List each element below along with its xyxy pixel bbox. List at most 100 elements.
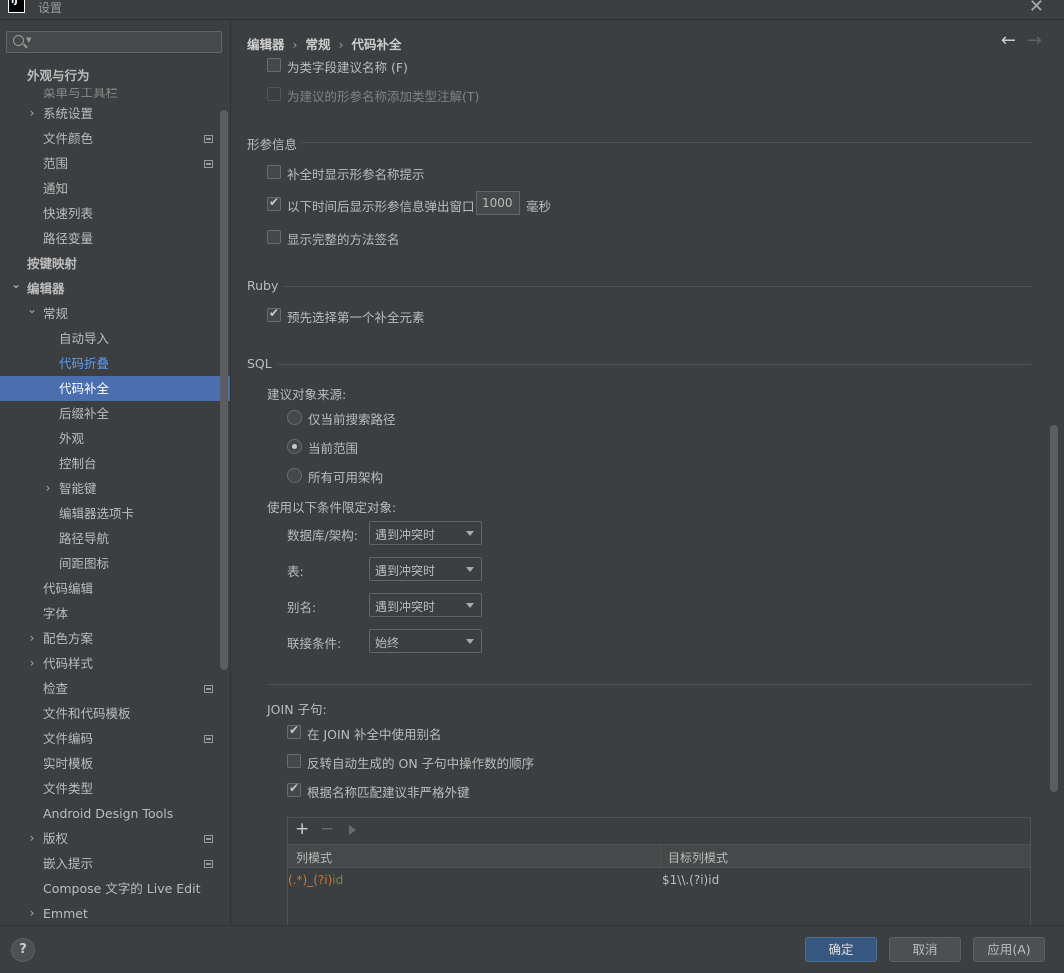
sidebar-item[interactable]: › 智能键 (0, 476, 230, 501)
sidebar-item[interactable]: › 版权 (0, 826, 230, 851)
sidebar-item[interactable]: 字体 (0, 601, 230, 626)
param-popup-checkbox[interactable] (267, 195, 281, 211)
chevron-right-icon[interactable]: › (26, 101, 38, 126)
qualify-table-select[interactable]: 遇到冲突时 (369, 557, 482, 581)
sidebar-item[interactable]: 后缀补全 (0, 401, 230, 426)
col-pattern-header[interactable]: 列模式 (296, 849, 332, 866)
search-input[interactable]: ▼ (6, 31, 222, 53)
section-divider (301, 142, 1031, 143)
full-signature-checkbox[interactable] (267, 230, 281, 244)
sidebar-item-label: Compose 文字的 Live Edit (43, 881, 201, 896)
chevron-down-icon (466, 603, 474, 608)
apply-button[interactable]: 应用(A) (973, 937, 1045, 962)
sidebar-item[interactable]: 文件编码 (0, 726, 230, 751)
join-fk-checkbox[interactable] (287, 781, 301, 797)
add-icon[interactable]: + (295, 819, 309, 839)
settings-sidebar: ▼ 外观与行为 菜单与工具栏 › 系统设置 文件颜色 范围 通知 快速列表 路径变量 按键映射 ⌄ 编… (0, 20, 230, 925)
sidebar-item[interactable]: Compose 文字的 Live Edit (0, 876, 230, 901)
close-icon[interactable]: ✕ (1029, 0, 1044, 17)
sidebar-item[interactable]: 范围 (0, 151, 230, 176)
chevron-right-icon[interactable]: › (26, 901, 38, 925)
target-pattern-header[interactable]: 目标列模式 (668, 849, 728, 866)
breadcrumb-editor[interactable]: 编辑器 (247, 37, 285, 52)
sidebar-item[interactable]: 控制台 (0, 451, 230, 476)
all-schemas-radio[interactable] (287, 468, 302, 483)
table-cell-target[interactable]: $1\\.(?i)id (662, 873, 719, 887)
sidebar-item[interactable]: 代码补全 (0, 376, 230, 401)
chevron-right-icon[interactable]: › (26, 651, 38, 676)
qualify-join-select[interactable]: 始终 (369, 629, 482, 653)
sidebar-item-label: 控制台 (59, 456, 97, 471)
project-scope-icon (204, 685, 213, 693)
search-path-radio[interactable] (287, 410, 302, 425)
sidebar-item[interactable]: 文件颜色 (0, 126, 230, 151)
sidebar-item[interactable]: 外观与行为 (0, 63, 230, 88)
sidebar-item[interactable]: 路径变量 (0, 226, 230, 251)
sidebar-item-label: 编辑器选项卡 (59, 506, 135, 521)
sidebar-item[interactable]: 检查 (0, 676, 230, 701)
chevron-right-icon[interactable]: › (42, 476, 54, 501)
sidebar-item-label: 代码补全 (59, 381, 110, 396)
sidebar-item[interactable]: 自动导入 (0, 326, 230, 351)
section-divider (283, 286, 1031, 287)
param-popup-delay-input[interactable]: 1000 (476, 191, 520, 215)
preselect-label: 预先选择第一个补全元素 (287, 310, 425, 325)
content-scrollbar[interactable] (1050, 425, 1058, 792)
preselect-checkbox[interactable] (267, 306, 281, 322)
qualify-alias-select[interactable]: 遇到冲突时 (369, 593, 482, 617)
sidebar-item[interactable]: 按键映射 (0, 251, 230, 276)
ok-button[interactable]: 确定 (805, 937, 877, 962)
sidebar-item-label: 系统设置 (43, 106, 94, 121)
qualify-label: 使用以下条件限定对象: (267, 500, 397, 515)
sidebar-item[interactable]: 编辑器选项卡 (0, 501, 230, 526)
join-reverse-checkbox[interactable] (287, 754, 301, 768)
breadcrumb-general[interactable]: 常规 (306, 37, 331, 52)
param-info-title: 形参信息 (247, 137, 298, 152)
chevron-right-icon[interactable]: › (26, 826, 38, 851)
chevron-down-icon[interactable]: ⌄ (26, 297, 38, 322)
current-scope-label: 当前范围 (308, 441, 359, 456)
field-names-label: 为类字段建议名称 (F) (287, 60, 408, 75)
sidebar-item[interactable]: 外观 (0, 426, 230, 451)
sidebar-item[interactable]: 快速列表 (0, 201, 230, 226)
sidebar-item[interactable]: 嵌入提示 (0, 851, 230, 876)
sidebar-item[interactable]: ⌄ 常规 (0, 301, 230, 326)
move-icon (349, 825, 356, 835)
ruby-title: Ruby (247, 278, 279, 293)
sidebar-item[interactable]: › 配色方案 (0, 626, 230, 651)
search-options-icon[interactable]: ▼ (26, 36, 31, 44)
help-icon[interactable]: ? (11, 938, 35, 962)
project-scope-icon (204, 860, 213, 868)
sidebar-item[interactable]: › Emmet (0, 901, 230, 925)
back-arrow-icon[interactable]: ← (1001, 30, 1016, 51)
field-names-checkbox[interactable] (267, 58, 281, 72)
sidebar-item[interactable]: 通知 (0, 176, 230, 201)
sidebar-item-label: 按键映射 (27, 256, 78, 271)
sidebar-scrollbar[interactable] (220, 110, 228, 670)
sidebar-item[interactable]: › 代码样式 (0, 651, 230, 676)
sidebar-item[interactable]: 路径导航 (0, 526, 230, 551)
sidebar-item-label: 快速列表 (43, 206, 94, 221)
sidebar-item[interactable]: 代码折叠 (0, 351, 230, 376)
sidebar-item[interactable]: 间距图标 (0, 551, 230, 576)
qualify-schema-select[interactable]: 遇到冲突时 (369, 521, 482, 545)
current-scope-radio[interactable] (287, 439, 302, 454)
sidebar-item-label: 间距图标 (59, 556, 110, 571)
sidebar-item-label: Android Design Tools (43, 806, 174, 821)
sidebar-item[interactable]: Android Design Tools (0, 801, 230, 826)
chevron-right-icon[interactable]: › (26, 626, 38, 651)
cancel-button[interactable]: 取消 (889, 937, 961, 962)
show-param-hints-checkbox[interactable] (267, 165, 281, 179)
column-separator[interactable] (660, 845, 661, 869)
sidebar-item-label: 后缀补全 (59, 406, 110, 421)
sidebar-item-label: 外观与行为 (27, 68, 90, 83)
sidebar-item[interactable]: 文件和代码模板 (0, 701, 230, 726)
chevron-down-icon[interactable]: ⌄ (10, 272, 22, 297)
table-row[interactable]: (.*)_(?i)id (288, 873, 343, 887)
sidebar-item[interactable]: 菜单与工具栏 (0, 88, 230, 101)
join-alias-checkbox[interactable] (287, 723, 301, 739)
sidebar-item[interactable]: 代码编辑 (0, 576, 230, 601)
sidebar-item[interactable]: 实时模板 (0, 751, 230, 776)
sidebar-item[interactable]: › 系统设置 (0, 101, 230, 126)
sidebar-item[interactable]: 文件类型 (0, 776, 230, 801)
